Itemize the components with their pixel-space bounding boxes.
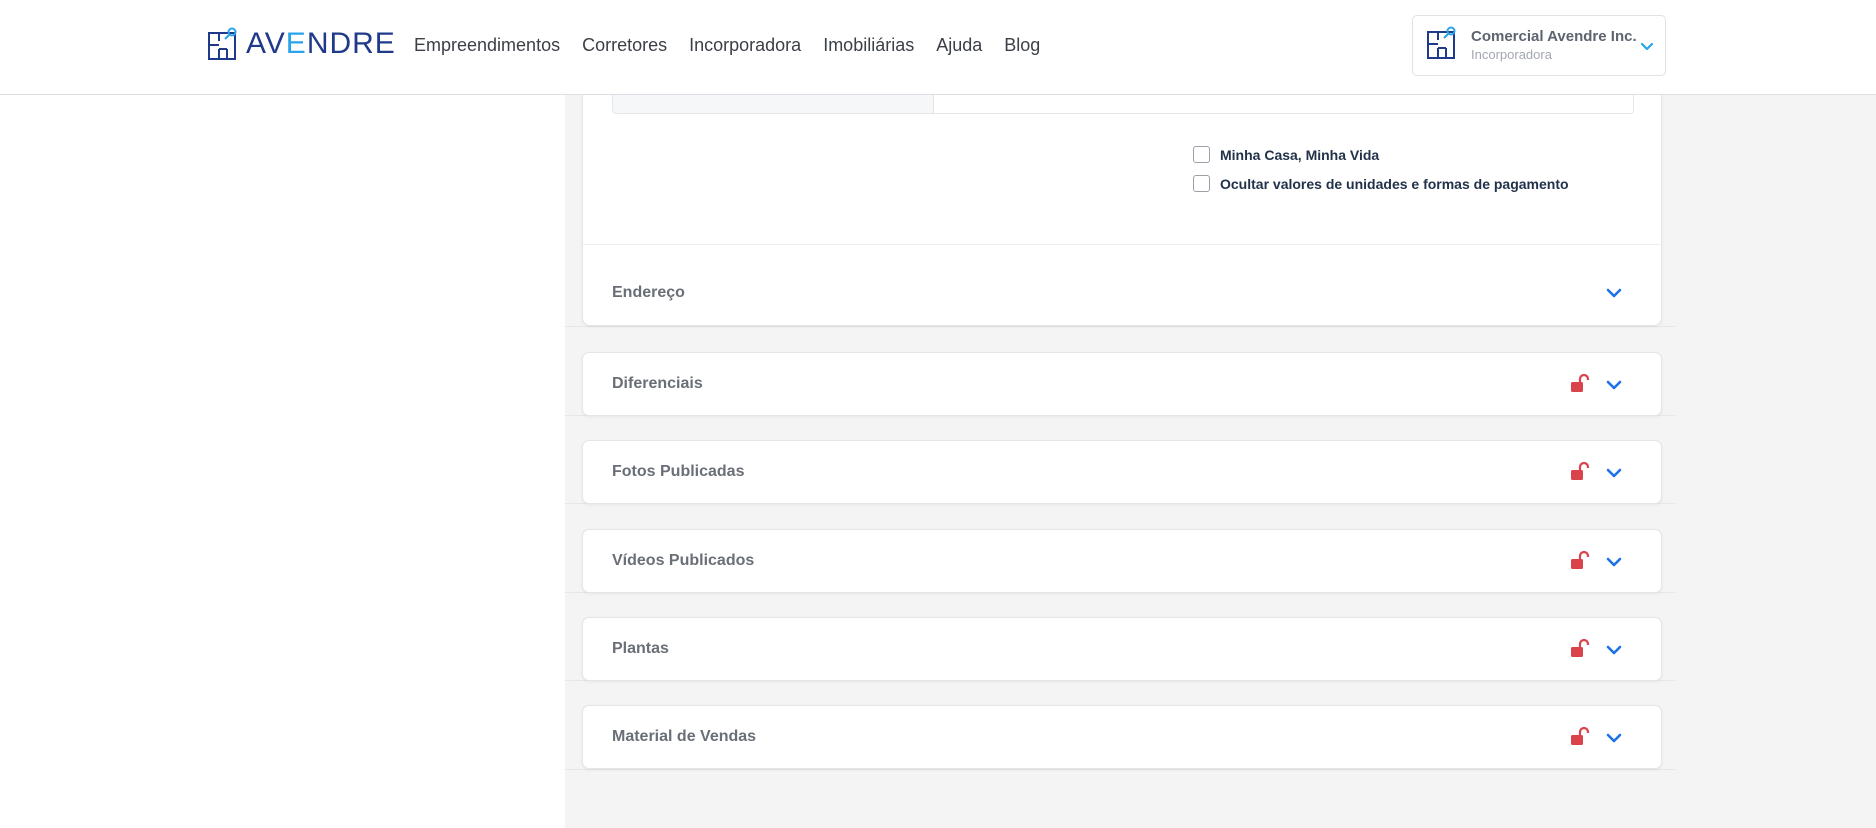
building-plan-logo-icon <box>208 27 237 60</box>
section-title-endereco[interactable]: Endereço <box>612 284 685 302</box>
chevron-down-icon[interactable] <box>1605 729 1623 747</box>
account-logo-icon <box>1426 26 1458 65</box>
unlock-icon[interactable] <box>1569 726 1591 748</box>
unlock-icon[interactable] <box>1569 638 1591 660</box>
chevron-down-icon[interactable] <box>1605 376 1623 394</box>
chevron-down-icon[interactable] <box>1639 38 1655 54</box>
unlock-icon[interactable] <box>1569 461 1591 483</box>
checkbox-label: Ocultar valores de unidades e formas de … <box>1220 175 1569 192</box>
form-card: Minha Casa, Minha Vida Ocultar valores d… <box>582 95 1662 326</box>
chevron-down-icon[interactable] <box>1605 641 1623 659</box>
divider <box>583 244 1661 245</box>
section-material-de-vendas[interactable]: Material de Vendas <box>582 705 1662 769</box>
checkbox-label: Minha Casa, Minha Vida <box>1220 146 1380 163</box>
divider <box>565 326 1675 327</box>
nav-ajuda[interactable]: Ajuda <box>936 33 982 57</box>
chevron-down-icon[interactable] <box>1605 284 1623 302</box>
top-header: AVENDRE Empreendimentos Corretores Incor… <box>0 0 1876 95</box>
ocultar-valores-checkbox[interactable] <box>1193 175 1210 192</box>
section-title: Diferenciais <box>612 375 703 392</box>
nav-incorporadora[interactable]: Incorporadora <box>689 33 801 57</box>
nav-blog[interactable]: Blog <box>1004 33 1040 57</box>
table-cell <box>613 95 934 113</box>
nav-empreendimentos[interactable]: Empreendimentos <box>414 33 560 57</box>
unlock-icon[interactable] <box>1569 373 1591 395</box>
nav-corretores[interactable]: Corretores <box>582 33 667 57</box>
account-name: Comercial Avendre Inc. <box>1471 28 1637 45</box>
section-fotos-publicadas[interactable]: Fotos Publicadas <box>582 440 1662 504</box>
section-title: Plantas <box>612 640 669 657</box>
section-title: Material de Vendas <box>612 728 757 745</box>
account-switcher[interactable]: Comercial Avendre Inc. Incorporadora <box>1412 15 1666 76</box>
divider <box>565 769 1675 770</box>
chevron-down-icon[interactable] <box>1605 464 1623 482</box>
section-title: Vídeos Publicados <box>612 552 755 569</box>
main-nav: Empreendimentos Corretores Incorporadora… <box>414 33 1062 57</box>
checkbox-row-mcmv[interactable]: Minha Casa, Minha Vida <box>1193 146 1379 163</box>
section-title: Fotos Publicadas <box>612 463 745 480</box>
checkbox-row-ocultar[interactable]: Ocultar valores de unidades e formas de … <box>1193 175 1569 192</box>
nav-imobiliarias[interactable]: Imobiliárias <box>823 33 914 57</box>
section-videos-publicados[interactable]: Vídeos Publicados <box>582 529 1662 593</box>
section-plantas[interactable]: Plantas <box>582 617 1662 681</box>
form-table-bottom <box>612 95 1634 114</box>
account-role: Incorporadora <box>1471 47 1552 62</box>
section-diferenciais[interactable]: Diferenciais <box>582 352 1662 416</box>
left-blank-pane <box>0 95 565 828</box>
chevron-down-icon[interactable] <box>1605 553 1623 571</box>
unlock-icon[interactable] <box>1569 550 1591 572</box>
avendre-logo[interactable]: AVENDRE <box>207 26 396 62</box>
logo-wordmark: AVENDRE <box>246 27 396 60</box>
minha-casa-checkbox[interactable] <box>1193 146 1210 163</box>
